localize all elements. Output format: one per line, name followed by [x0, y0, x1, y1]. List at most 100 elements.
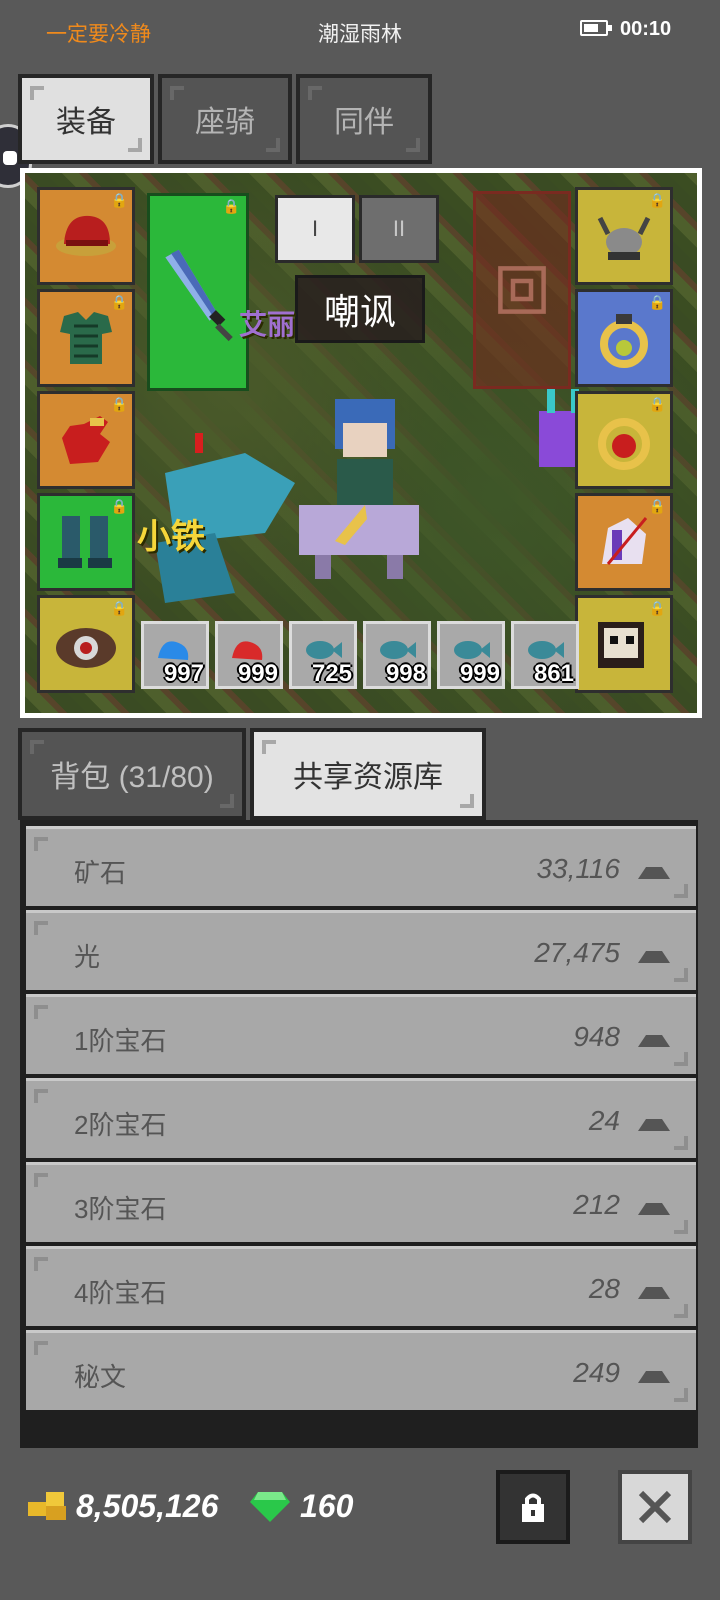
resource-value: 33,116	[536, 853, 620, 884]
potion-quantity: 861	[533, 660, 574, 687]
potion-quantity: 725	[311, 660, 352, 687]
tab-shared-storage[interactable]: 共享资源库	[250, 728, 486, 820]
potion-slot-4[interactable]: 998	[363, 621, 431, 689]
equipment-scene: 🔒 🔒 🔒 🔒 🔒 🔒 I II 嘲讽 艾丽 小铁 🔒 🔒 🔒 🔒 🔒 997 …	[20, 168, 702, 718]
empty-slot-icon	[498, 266, 546, 314]
potion-slot-3[interactable]: 725	[289, 621, 357, 689]
resource-name: 2阶宝石	[74, 1110, 167, 1140]
potion-quantity: 999	[237, 660, 278, 687]
resource-value: 27,475	[534, 937, 620, 968]
list-item[interactable]: 4阶宝石 28	[26, 1246, 696, 1326]
potion-quantity: 997	[163, 660, 204, 687]
resource-value: 24	[588, 1105, 620, 1136]
assistant-icon	[3, 151, 17, 165]
lock-icon: 🔒	[648, 600, 666, 616]
potion-slot-1[interactable]: 997	[141, 621, 209, 689]
slot-weapon[interactable]: 🔒	[147, 193, 249, 391]
battery-icon	[580, 20, 612, 36]
upload-icon[interactable]	[638, 1031, 670, 1047]
tab-mount[interactable]: 座骑	[158, 74, 292, 164]
empty-slot[interactable]	[473, 191, 571, 389]
skill-label: 嘲讽	[295, 275, 425, 343]
close-button[interactable]	[618, 1470, 692, 1544]
lock-icon: 🔒	[110, 396, 128, 412]
resource-name: 秘文	[74, 1362, 127, 1392]
slot-head[interactable]: 🔒	[37, 187, 135, 285]
currency-bar: 8,505,126 160	[0, 1460, 720, 1560]
slot-relic[interactable]: 🔒	[37, 595, 135, 693]
resource-value: 212	[573, 1189, 620, 1220]
hat-icon	[56, 215, 116, 256]
slot-boots[interactable]: 🔒	[37, 493, 135, 591]
gem-amount: 160	[300, 1488, 354, 1524]
tab-label: 座骑	[195, 106, 255, 139]
resource-name: 3阶宝石	[74, 1194, 167, 1224]
list-item[interactable]: 3阶宝石 212	[26, 1162, 696, 1242]
tab-label: 共享资源库	[293, 761, 443, 794]
potion-slot-6[interactable]: 861	[511, 621, 579, 689]
slot-mount[interactable]: 🔒	[575, 493, 673, 591]
list-item[interactable]: 1阶宝石 948	[26, 994, 696, 1074]
slot-helmet[interactable]: 🔒	[575, 187, 673, 285]
list-item[interactable]: 光 27,475	[26, 910, 696, 990]
resource-name: 1阶宝石	[74, 1026, 167, 1056]
slot-pet[interactable]: 🔒	[575, 595, 673, 693]
potion-slot-2[interactable]: 999	[215, 621, 283, 689]
upload-icon[interactable]	[638, 947, 670, 963]
tab-equipment[interactable]: 装备	[18, 74, 154, 164]
companion-name-aili: 艾丽	[239, 309, 296, 340]
slot-amulet[interactable]: 🔒	[575, 391, 673, 489]
lock-icon: 🔒	[648, 192, 666, 208]
gold-amount: 8,505,126	[76, 1488, 219, 1524]
resource-name: 矿石	[74, 858, 127, 888]
resource-value: 249	[573, 1357, 620, 1388]
upload-icon[interactable]	[638, 863, 670, 879]
phase-button-1[interactable]: I	[275, 195, 355, 263]
glove-icon	[62, 416, 110, 464]
lock-icon: 🔒	[648, 498, 666, 514]
amulet-icon	[598, 418, 650, 470]
upload-icon[interactable]	[638, 1367, 670, 1383]
lock-icon: 🔒	[110, 192, 128, 208]
status-bar: 一定要冷静 潮湿雨林 00:10	[0, 0, 720, 60]
pet-icon	[598, 622, 644, 668]
lock-icon: 🔒	[648, 396, 666, 412]
resource-name: 4阶宝石	[74, 1278, 167, 1308]
upload-icon[interactable]	[638, 1283, 670, 1299]
tab-companion[interactable]: 同伴	[296, 74, 432, 164]
resource-value: 28	[588, 1273, 620, 1304]
lock-icon	[522, 1493, 544, 1522]
list-item[interactable]: 矿石 33,116	[26, 826, 696, 906]
mount-icon	[602, 517, 648, 565]
potion-quantity: 999	[459, 660, 500, 687]
lock-icon: 🔒	[648, 294, 666, 310]
companion-name-xiaotie: 小铁	[137, 518, 205, 556]
resource-value: 948	[573, 1021, 620, 1052]
slot-ring[interactable]: 🔒	[575, 289, 673, 387]
list-item[interactable]: 秘文 249	[26, 1330, 696, 1410]
green-gem-icon	[250, 1492, 290, 1522]
lock-button[interactable]	[496, 1470, 570, 1544]
resource-name: 光	[74, 942, 101, 972]
upload-icon[interactable]	[638, 1199, 670, 1215]
upload-icon[interactable]	[638, 1115, 670, 1131]
lock-icon: 🔒	[110, 498, 128, 514]
zone-title: 潮湿雨林	[318, 23, 402, 46]
close-icon	[638, 1490, 672, 1524]
tab-label: 同伴	[334, 106, 394, 139]
slot-gloves[interactable]: 🔒	[37, 391, 135, 489]
phase-button-2[interactable]: II	[359, 195, 439, 263]
ring-icon	[600, 314, 648, 368]
lock-icon: 🔒	[110, 294, 128, 310]
tab-label: 背包 (31/80)	[50, 761, 214, 794]
list-item[interactable]: 2阶宝石 24	[26, 1078, 696, 1158]
slot-armor[interactable]: 🔒	[37, 289, 135, 387]
relic-icon	[56, 628, 116, 668]
clock: 00:10	[620, 18, 672, 40]
potion-slot-5[interactable]: 999	[437, 621, 505, 689]
phase-label: I	[311, 216, 319, 241]
tab-backpack[interactable]: 背包 (31/80)	[18, 728, 246, 820]
gold-coin-icon	[28, 1492, 66, 1520]
sword-icon	[165, 249, 233, 342]
resource-list: 矿石 33,116 光 27,475 1阶宝石 948 2阶宝石 24 3阶宝石…	[20, 820, 698, 1448]
